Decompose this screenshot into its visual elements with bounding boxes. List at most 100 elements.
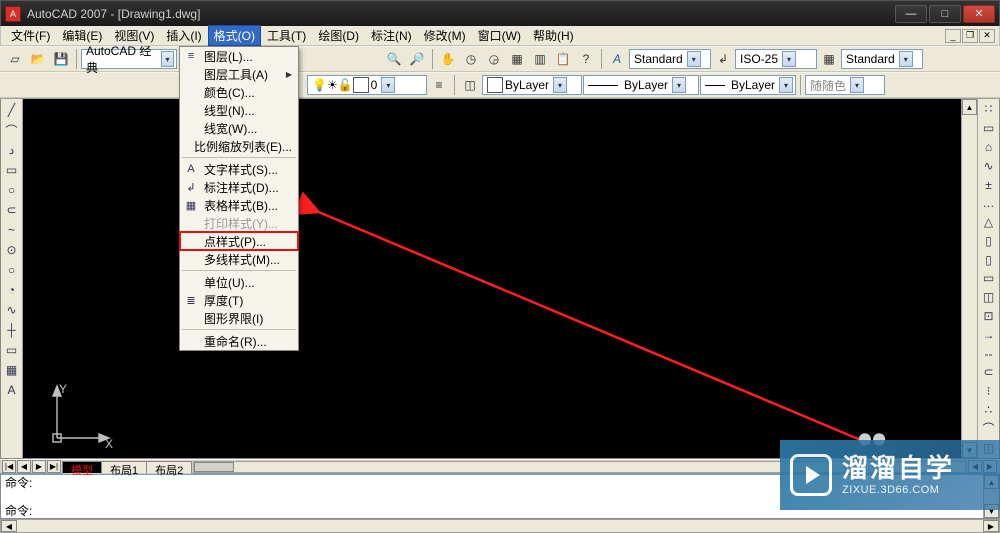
modify-tool-7[interactable]: ▯ — [980, 232, 998, 249]
doc-restore-button[interactable]: ❐ — [962, 29, 978, 43]
tbtn[interactable]: ▥ — [529, 48, 551, 70]
draw-tool-13[interactable]: ▦ — [3, 361, 21, 379]
tbtn[interactable]: 📋 — [552, 48, 574, 70]
tab-layout2[interactable]: 布局2 — [146, 461, 192, 474]
draw-tool-3[interactable]: ▭ — [3, 161, 21, 179]
menu-item-scale-list[interactable]: 比例缩放列表(E)... — [180, 137, 298, 155]
tab-model[interactable]: 模型 — [62, 461, 102, 474]
menu-item-layer[interactable]: ≡图层(L)... — [180, 47, 298, 65]
draw-tool-0[interactable]: ╱ — [3, 101, 21, 119]
text-style-combo[interactable]: Standard▾ — [629, 49, 711, 69]
menu-item-rename[interactable]: 重命名(R)... — [180, 332, 298, 350]
doc-min-button[interactable]: _ — [945, 29, 961, 43]
plot-color-combo[interactable]: 随随色▾ — [805, 75, 885, 95]
tbtn[interactable]: ◶ — [483, 48, 505, 70]
lineweight-bylayer-combo[interactable]: ByLayer▾ — [700, 75, 796, 95]
hscrollbar-thumb[interactable] — [194, 462, 234, 472]
menu-item-lineweight[interactable]: 线宽(W)... — [180, 119, 298, 137]
tab-layout1[interactable]: 布局1 — [101, 461, 147, 474]
menu-format[interactable]: 格式(O) — [208, 25, 261, 46]
save-button[interactable]: 💾 — [50, 48, 72, 70]
zoom-realtime-button[interactable]: 🔍 — [383, 48, 405, 70]
modify-tool-14[interactable]: ⊂ — [980, 364, 998, 381]
tab-nav-first[interactable]: |◀ — [2, 460, 16, 473]
window-close-button[interactable]: ✕ — [963, 5, 995, 23]
menu-item-thickness[interactable]: ≣厚度(T) — [180, 291, 298, 309]
zoom-window-button[interactable]: 🔎 — [406, 48, 428, 70]
modify-tool-5[interactable]: … — [980, 195, 998, 212]
menu-item-units[interactable]: 单位(U)... — [180, 273, 298, 291]
doc-close-button[interactable]: ✕ — [979, 29, 995, 43]
open-button[interactable]: 📂 — [27, 48, 49, 70]
menu-help[interactable]: 帮助(H) — [527, 25, 580, 46]
drawing-canvas[interactable]: Y X ▲▼ — [23, 99, 977, 458]
modify-tool-17[interactable]: ⌒ — [980, 420, 998, 437]
modify-tool-0[interactable]: ∷ — [980, 101, 998, 118]
draw-tool-5[interactable]: ⊂ — [3, 201, 21, 219]
menu-draw[interactable]: 绘图(D) — [312, 25, 365, 46]
draw-tool-7[interactable]: ⊙ — [3, 241, 21, 259]
draw-tool-14[interactable]: A — [3, 381, 21, 399]
modify-tool-11[interactable]: ⊡ — [980, 308, 998, 325]
workspace-combo[interactable]: AutoCAD 经典 ▾ — [81, 49, 177, 69]
menu-item-text-style[interactable]: A文字样式(S)... — [180, 160, 298, 178]
scroll-up-icon[interactable]: ▲ — [962, 99, 977, 115]
modify-tool-6[interactable]: △ — [980, 214, 998, 231]
menu-item-linetype[interactable]: 线型(N)... — [180, 101, 298, 119]
dim-style-icon[interactable]: ↲ — [712, 48, 734, 70]
menu-item-point-style[interactable]: 点样式(P)... — [180, 232, 298, 250]
modify-tool-9[interactable]: ▭ — [980, 270, 998, 287]
window-maximize-button[interactable]: □ — [929, 5, 961, 23]
menu-file[interactable]: 文件(F) — [5, 25, 56, 46]
draw-tool-9[interactable]: ◔ — [3, 281, 21, 299]
draw-tool-1[interactable]: ⌒ — [3, 121, 21, 139]
modify-tool-13[interactable]: -- — [980, 345, 998, 362]
modify-tool-16[interactable]: ∴ — [980, 402, 998, 419]
modify-tool-2[interactable]: ⌂ — [980, 139, 998, 156]
new-button[interactable]: ▱ — [4, 48, 26, 70]
pan-button[interactable]: ✋ — [437, 48, 459, 70]
window-minimize-button[interactable]: — — [895, 5, 927, 23]
tbtn[interactable]: ▦ — [506, 48, 528, 70]
modify-tool-15[interactable]: ⁝ — [980, 383, 998, 400]
menu-item-dim-style[interactable]: ↲标注样式(D)... — [180, 178, 298, 196]
modify-tool-12[interactable]: → — [980, 326, 998, 343]
draw-tool-8[interactable]: ○ — [3, 261, 21, 279]
tbtn[interactable]: ◫ — [459, 74, 481, 96]
menu-tools[interactable]: 工具(T) — [261, 25, 312, 46]
modify-tool-1[interactable]: ▭ — [980, 120, 998, 137]
canvas-vscrollbar[interactable]: ▲▼ — [961, 99, 977, 458]
modify-tool-4[interactable]: ± — [980, 176, 998, 193]
layer-combo[interactable]: 💡 ☀ 🔓 0 ▾ — [307, 75, 427, 95]
dim-style-combo[interactable]: ISO-25▾ — [735, 49, 817, 69]
tab-nav-next[interactable]: ▶ — [32, 460, 46, 473]
text-style-icon[interactable]: A — [606, 48, 628, 70]
menu-edit[interactable]: 编辑(E) — [56, 25, 108, 46]
command-hscrollbar[interactable]: ◀▶ — [0, 519, 1000, 533]
menu-insert[interactable]: 插入(I) — [160, 25, 207, 46]
tbtn[interactable]: ◷ — [460, 48, 482, 70]
modify-tool-8[interactable]: ▯ — [980, 251, 998, 268]
table-style-combo[interactable]: Standard▾ — [841, 49, 923, 69]
scroll-left-icon[interactable]: ◀ — [1, 520, 17, 532]
tab-nav-prev[interactable]: ◀ — [17, 460, 31, 473]
layer-manager-button[interactable]: ≡ — [428, 74, 450, 96]
menu-dim[interactable]: 标注(N) — [365, 25, 418, 46]
help-button[interactable]: ? — [575, 48, 597, 70]
scroll-right-icon[interactable]: ▶ — [983, 520, 999, 532]
table-style-icon[interactable]: ▦ — [818, 48, 840, 70]
modify-tool-3[interactable]: ∿ — [980, 157, 998, 174]
menu-item-mline-style[interactable]: 多线样式(M)... — [180, 250, 298, 268]
menu-item-table-style[interactable]: ▦表格样式(B)... — [180, 196, 298, 214]
menu-view[interactable]: 视图(V) — [108, 25, 160, 46]
draw-tool-12[interactable]: ▭ — [3, 341, 21, 359]
draw-tool-6[interactable]: ~ — [3, 221, 21, 239]
modify-tool-10[interactable]: ◫ — [980, 289, 998, 306]
menu-item-layer-tools[interactable]: 图层工具(A) — [180, 65, 298, 83]
draw-tool-2[interactable]: د — [3, 141, 21, 159]
color-bylayer-combo[interactable]: ByLayer▾ — [482, 75, 582, 95]
draw-tool-10[interactable]: ∿ — [3, 301, 21, 319]
menu-modify[interactable]: 修改(M) — [418, 25, 472, 46]
draw-tool-4[interactable]: ○ — [3, 181, 21, 199]
menu-window[interactable]: 窗口(W) — [472, 25, 527, 46]
